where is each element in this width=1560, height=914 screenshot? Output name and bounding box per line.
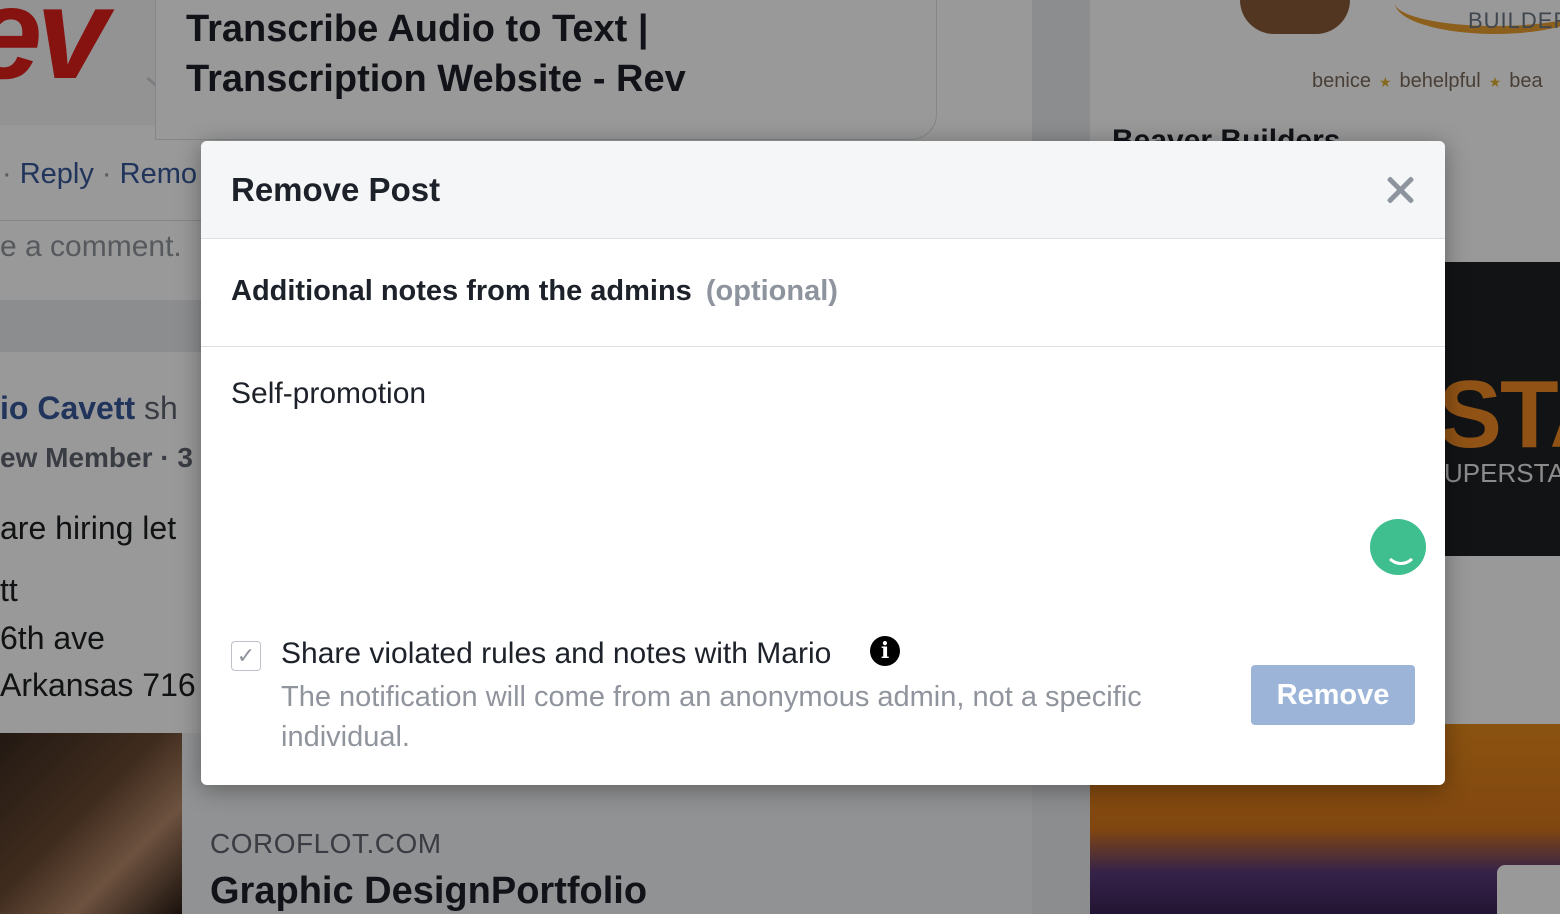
remove-button[interactable]: Remove xyxy=(1251,665,1415,725)
remove-post-dialog: Remove Post Additional notes from the ad… xyxy=(201,141,1445,785)
close-icon[interactable] xyxy=(1383,173,1417,207)
notes-label-row: Additional notes from the admins (option… xyxy=(201,239,1445,347)
info-icon[interactable]: i xyxy=(870,636,900,666)
dialog-title: Remove Post xyxy=(231,171,441,208)
check-icon: ✓ xyxy=(236,643,256,668)
optional-hint: (optional) xyxy=(705,275,838,307)
notes-label: Additional notes from the admins xyxy=(231,275,692,307)
share-checkbox[interactable]: ✓ xyxy=(231,641,261,671)
dialog-header: Remove Post xyxy=(201,141,1445,239)
admin-notes-textarea[interactable] xyxy=(231,377,1351,577)
share-checkbox-label[interactable]: Share violated rules and notes with Mari… xyxy=(281,637,831,671)
grammarly-icon[interactable] xyxy=(1370,519,1426,575)
share-description: The notification will come from an anony… xyxy=(281,681,1142,753)
